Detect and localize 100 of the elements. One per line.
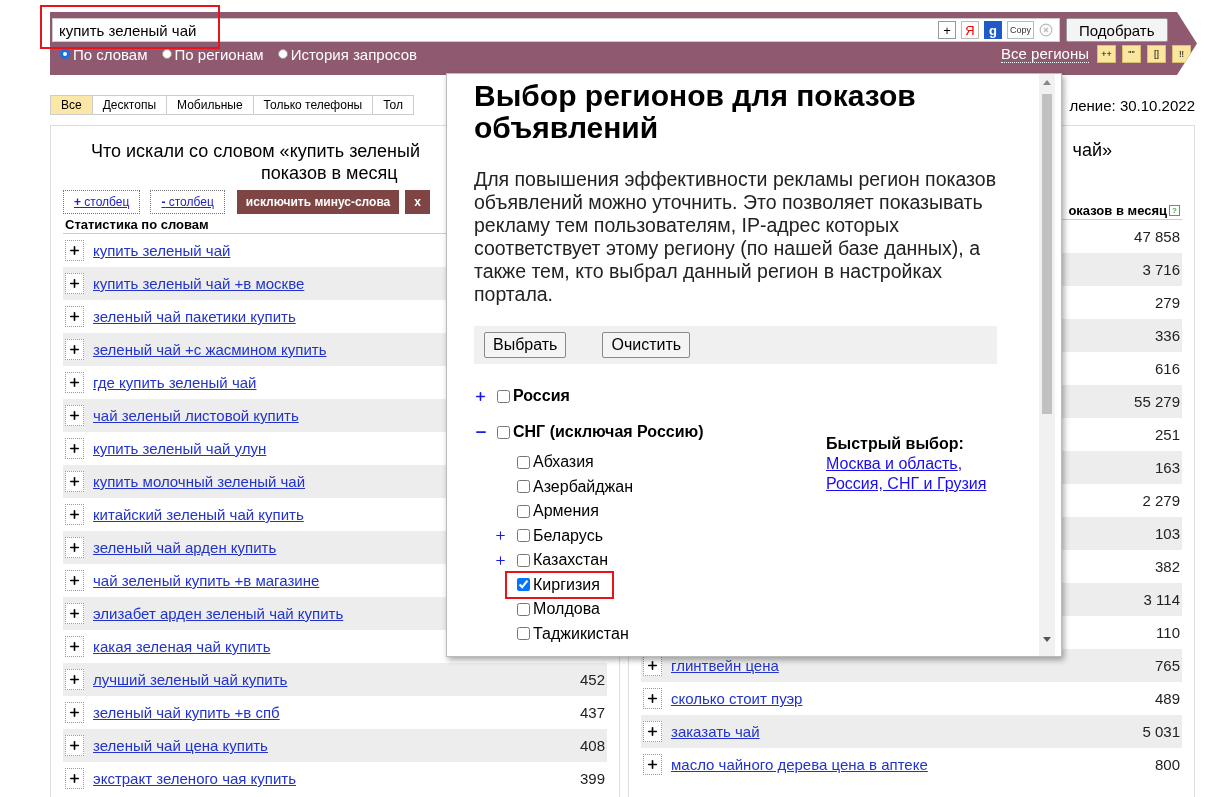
mode-radio[interactable]: По регионам — [161, 45, 264, 63]
mode-radio[interactable]: По словам — [60, 45, 148, 63]
pick-button[interactable]: Подобрать — [1066, 18, 1168, 42]
scrollbar[interactable] — [1039, 74, 1055, 656]
scroll-thumb[interactable] — [1042, 94, 1052, 414]
add-phrase-button[interactable] — [65, 372, 84, 393]
device-tab[interactable]: Только телефоны — [253, 95, 374, 115]
dialog-button[interactable]: Очистить — [602, 332, 691, 358]
impressions-count: 399 — [579, 770, 605, 787]
region-checkbox[interactable] — [517, 578, 530, 592]
keyword-link[interactable]: сколько стоит пуэр — [671, 690, 803, 707]
add-column-button[interactable]: + столбец — [63, 190, 141, 214]
scroll-down-icon[interactable] — [1043, 637, 1051, 642]
keyword-link[interactable]: купить молочный зеленый чай — [93, 473, 306, 490]
keyword-link[interactable]: зеленый чай пакетики купить — [93, 308, 296, 325]
plus-icon — [68, 640, 81, 653]
keyword-link[interactable]: где купить зеленый чай — [93, 374, 257, 391]
region-label: Таджикистан — [533, 624, 629, 643]
device-tab[interactable]: Все — [50, 95, 93, 115]
quick-select-link[interactable]: Россия, СНГ и Грузия — [826, 475, 987, 492]
region-checkbox[interactable] — [517, 529, 530, 543]
region-checkbox[interactable] — [517, 480, 530, 494]
keyword-link[interactable]: элизабет арден зеленый чай купить — [93, 605, 344, 622]
keyword-link[interactable]: зеленый чай арден купить — [93, 539, 277, 556]
region-checkbox[interactable] — [517, 455, 530, 469]
add-phrase-button[interactable] — [65, 306, 84, 327]
impressions-count: 382 — [1154, 558, 1180, 575]
add-phrase-button[interactable] — [65, 339, 84, 360]
keyword-link[interactable]: купить зеленый чай улун — [93, 440, 267, 457]
search-field[interactable]: купить зеленый чай + Я g Copy — [52, 18, 1060, 42]
search-tool-button[interactable]: g — [984, 21, 1002, 39]
search-tool-button[interactable]: Я — [961, 21, 979, 39]
plus-icon — [646, 659, 659, 672]
remove-column-button[interactable]: - столбец — [150, 190, 225, 214]
impressions-count: 3 716 — [1142, 261, 1180, 278]
operator-button[interactable]: !! — [1172, 45, 1191, 63]
impressions-count: 2 279 — [1142, 492, 1180, 509]
region-label: Армения — [533, 502, 599, 521]
add-phrase-button[interactable] — [65, 603, 84, 624]
add-phrase-button[interactable] — [643, 754, 662, 775]
expand-icon[interactable] — [494, 553, 507, 567]
add-phrase-button[interactable] — [65, 636, 84, 657]
search-tool-button[interactable]: + — [938, 21, 956, 39]
add-phrase-button[interactable] — [643, 688, 662, 709]
operator-button[interactable]: [] — [1147, 45, 1166, 63]
add-phrase-button[interactable] — [65, 768, 84, 789]
keyword-link[interactable]: купить зеленый чай +в москве — [93, 275, 305, 292]
keyword-link[interactable]: масло чайного дерева цена в аптеке — [671, 756, 928, 773]
add-phrase-button[interactable] — [65, 537, 84, 558]
add-phrase-button[interactable] — [65, 504, 84, 525]
expand-icon[interactable] — [494, 529, 507, 543]
impressions-count: 47 858 — [1134, 228, 1180, 245]
region-checkbox[interactable] — [517, 553, 530, 567]
impressions-count: 110 — [1156, 624, 1180, 641]
device-tab[interactable]: Мобильные — [167, 95, 254, 115]
add-phrase-button[interactable] — [65, 240, 84, 261]
keyword-link[interactable]: глинтвейн цена — [671, 657, 779, 674]
close-button[interactable]: x — [405, 190, 430, 214]
keyword-link[interactable]: чай зеленый листовой купить — [93, 407, 299, 424]
panel-title: чай» — [1072, 140, 1112, 160]
add-phrase-button[interactable] — [65, 669, 84, 690]
add-phrase-button[interactable] — [65, 273, 84, 294]
all-regions-link[interactable]: Все регионы — [1001, 45, 1089, 63]
search-tool-button[interactable]: Copy — [1007, 21, 1034, 39]
device-tab[interactable]: Тол — [373, 95, 414, 115]
plus-icon — [68, 607, 81, 620]
dialog-button[interactable]: Выбрать — [484, 332, 567, 358]
region-checkbox[interactable] — [517, 504, 530, 518]
region-checkbox[interactable] — [497, 389, 510, 403]
device-tab[interactable]: Десктопы — [92, 95, 168, 115]
add-phrase-button[interactable] — [65, 405, 84, 426]
scroll-up-icon[interactable] — [1043, 80, 1051, 85]
add-phrase-button[interactable] — [643, 655, 662, 676]
keyword-link[interactable]: чай зеленый купить +в магазине — [93, 572, 320, 589]
expand-icon[interactable] — [474, 389, 487, 403]
add-phrase-button[interactable] — [65, 735, 84, 756]
keyword-link[interactable]: лучший зеленый чай купить — [93, 671, 288, 688]
add-phrase-button[interactable] — [65, 471, 84, 492]
keyword-link[interactable]: купить зеленый чай — [93, 242, 231, 259]
region-checkbox[interactable] — [517, 602, 530, 616]
keyword-link[interactable]: зеленый чай цена купить — [93, 737, 268, 754]
region-checkbox[interactable] — [497, 425, 510, 439]
operator-button[interactable]: ++ — [1097, 45, 1116, 63]
keyword-link[interactable]: заказать чай — [671, 723, 760, 740]
plus-icon — [646, 725, 659, 738]
add-phrase-button[interactable] — [65, 570, 84, 591]
mode-radio[interactable]: История запросов — [277, 45, 417, 63]
keyword-link[interactable]: зеленый чай +с жасмином купить — [93, 341, 327, 358]
keyword-link[interactable]: экстракт зеленого чая купить — [93, 770, 296, 787]
operator-button[interactable]: "" — [1122, 45, 1141, 63]
quick-select-link[interactable]: Москва и область — [826, 455, 958, 472]
add-phrase-button[interactable] — [65, 438, 84, 459]
region-checkbox[interactable] — [517, 627, 530, 641]
exclude-minus-words-button[interactable]: исключить минус-слова — [236, 190, 400, 214]
keyword-link[interactable]: какая зеленая чай купить — [93, 638, 271, 655]
add-phrase-button[interactable] — [65, 702, 84, 723]
keyword-link[interactable]: зеленый чай купить +в спб — [93, 704, 280, 721]
keyword-link[interactable]: китайский зеленый чай купить — [93, 506, 304, 523]
add-phrase-button[interactable] — [643, 721, 662, 742]
dialog-title: Выбор регионов для показов объявлений — [474, 80, 917, 144]
